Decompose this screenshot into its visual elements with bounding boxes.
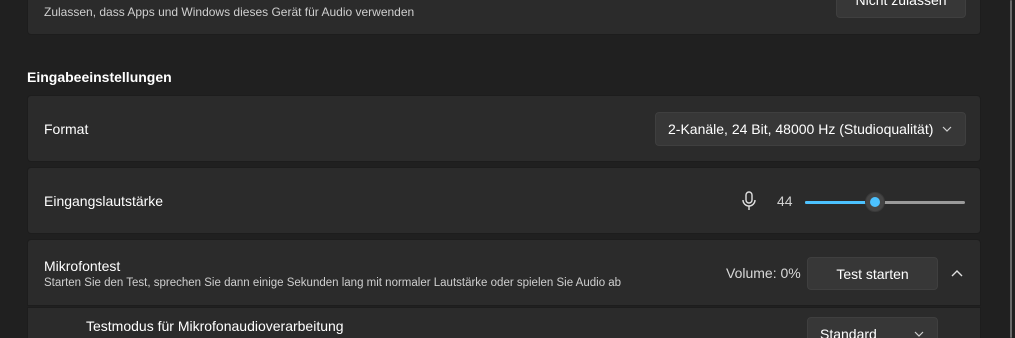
chevron-down-icon [914, 331, 924, 337]
section-heading: Eingabeeinstellungen [27, 69, 172, 85]
input-volume-slider[interactable] [805, 191, 967, 213]
format-card: Format 2-Kanäle, 24 Bit, 48000 Hz (Studi… [27, 95, 981, 162]
slider-thumb[interactable] [865, 192, 885, 212]
chevron-down-icon [942, 126, 952, 132]
allow-audio-card: Zulassen, dass Apps und Windows dieses G… [27, 0, 981, 35]
test-mode-dropdown-value: Standard [820, 326, 877, 338]
deny-button[interactable]: Nicht zulassen [836, 0, 966, 18]
input-volume-label: Eingangslautstärke [44, 193, 164, 209]
mic-test-title: Mikrofontest [44, 258, 121, 274]
chevron-up-icon[interactable] [945, 262, 969, 286]
start-test-button[interactable]: Test starten [807, 257, 938, 290]
mic-test-card: Mikrofontest Starten Sie den Test, sprec… [27, 239, 981, 306]
sound-settings-page: Zulassen, dass Apps und Windows dieses G… [0, 0, 1015, 338]
microphone-icon[interactable] [738, 190, 760, 212]
test-mode-card: Testmodus für Mikrofonaudioverarbeitung … [27, 307, 981, 338]
mic-test-description: Starten Sie den Test, sprechen Sie dann … [44, 277, 622, 289]
input-volume-value: 44 [777, 193, 793, 209]
format-label: Format [44, 121, 89, 137]
format-dropdown-value: 2-Kanäle, 24 Bit, 48000 Hz (Studioqualit… [668, 121, 934, 137]
format-dropdown[interactable]: 2-Kanäle, 24 Bit, 48000 Hz (Studioqualit… [655, 112, 966, 146]
allow-audio-description: Zulassen, dass Apps und Windows dieses G… [44, 5, 415, 19]
scrollbar[interactable] [1007, 0, 1015, 338]
test-mode-label: Testmodus für Mikrofonaudioverarbeitung [86, 318, 344, 334]
input-volume-card: Eingangslautstärke 44 [27, 167, 981, 234]
slider-thumb-inner [870, 197, 880, 207]
test-mode-dropdown[interactable]: Standard [807, 317, 938, 338]
mic-test-volume: Volume: 0% [726, 265, 801, 281]
scrollbar-thumb[interactable] [1010, 0, 1012, 338]
